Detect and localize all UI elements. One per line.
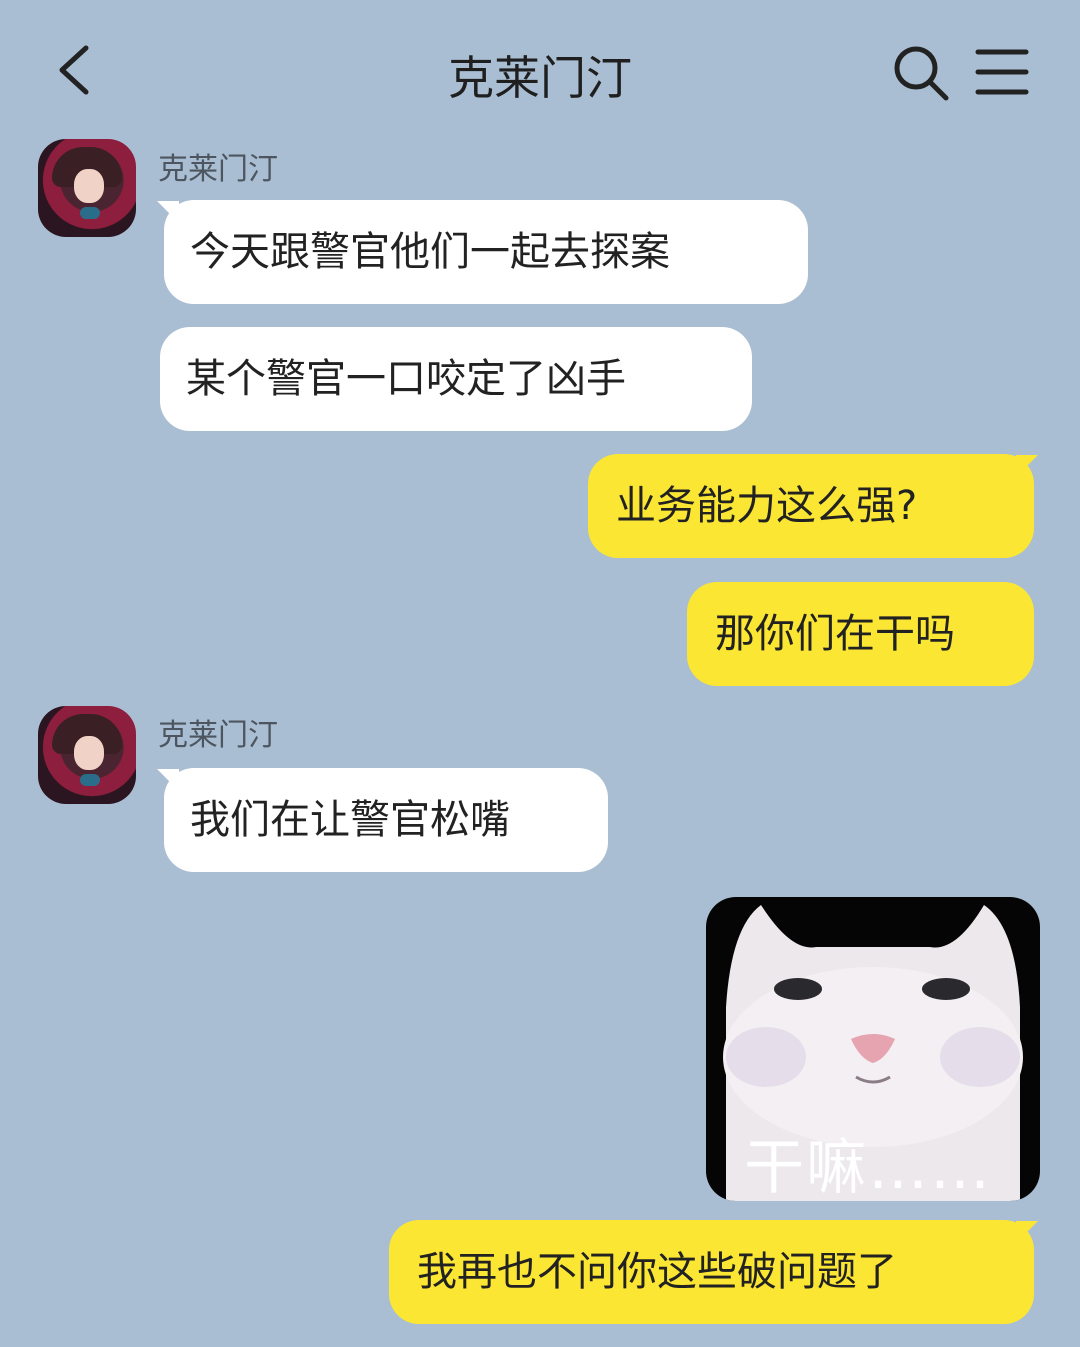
avatar[interactable] <box>38 139 136 237</box>
search-icon <box>894 46 949 101</box>
message-bubble-incoming[interactable]: 某个警官一口咬定了凶手 <box>160 327 752 431</box>
message-bubble-outgoing[interactable]: 我再也不问你这些破问题了 <box>389 1220 1034 1324</box>
sender-name: 克莱门汀 <box>158 152 278 187</box>
message-bubble-incoming[interactable]: 我们在让警官松嘴 <box>164 768 608 872</box>
menu-icon <box>975 49 1029 95</box>
message-bubble-incoming[interactable]: 今天跟警官他们一起去探案 <box>164 200 808 304</box>
message-bubble-outgoing[interactable]: 业务能力这么强? <box>588 454 1034 558</box>
cat-sticker-image[interactable]: 干嘛…… <box>706 897 1040 1201</box>
avatar[interactable] <box>38 706 136 804</box>
sticker-caption: 干嘛…… <box>744 1133 992 1201</box>
menu-button[interactable] <box>972 44 1032 100</box>
message-bubble-outgoing[interactable]: 那你们在干吗 <box>687 582 1034 686</box>
search-button[interactable] <box>890 42 950 102</box>
sender-name: 克莱门汀 <box>158 718 278 753</box>
chat-header: 克莱门汀 <box>0 0 1080 140</box>
